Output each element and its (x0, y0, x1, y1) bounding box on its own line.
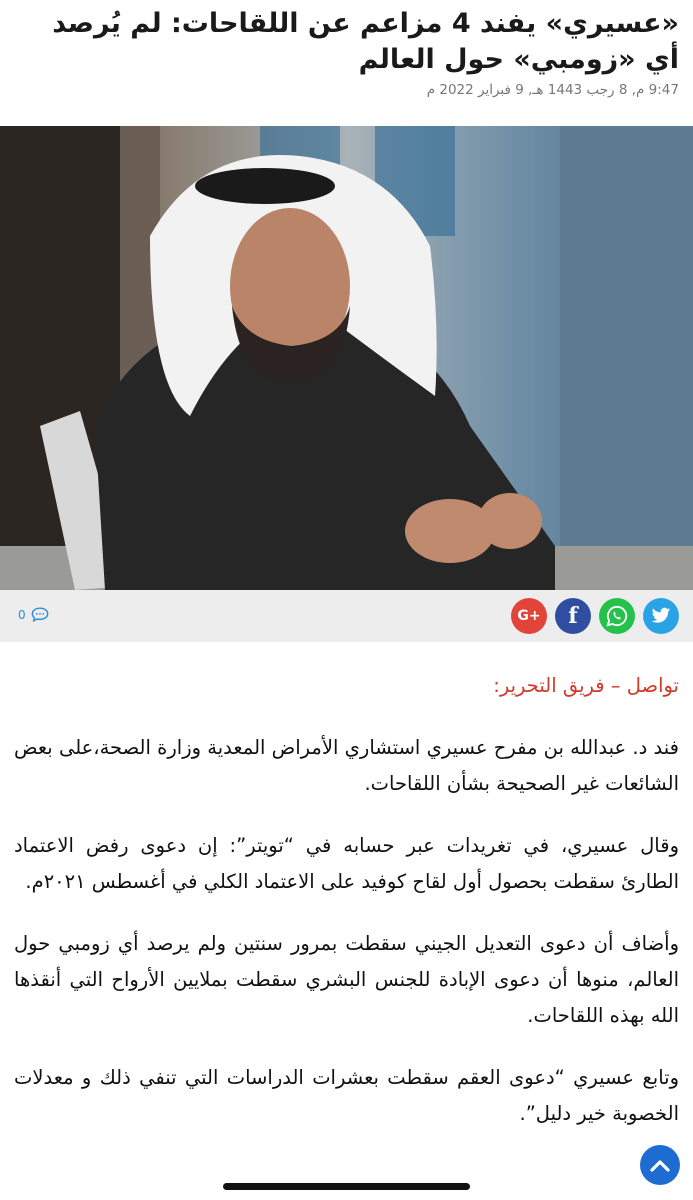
article-body: تواصل – فريق التحرير: فند د. عبدالله بن … (0, 672, 693, 1158)
comments-link[interactable]: 0 (18, 607, 49, 622)
article-photo (0, 126, 693, 590)
facebook-share-button[interactable]: f (555, 598, 591, 634)
twitter-icon (651, 607, 671, 623)
article-title: «عسيري» يفند 4 مزاعم عن اللقاحات: لم يُر… (52, 8, 679, 75)
article-paragraph: وقال عسيري، في تغريدات عبر حسابه في “توي… (14, 834, 679, 893)
comment-bubble-icon (31, 607, 49, 622)
home-indicator[interactable] (223, 1183, 470, 1190)
comment-count: 0 (18, 607, 26, 622)
google-plus-icon: G+ (517, 608, 541, 624)
twitter-share-button[interactable] (643, 598, 679, 634)
scroll-to-top-button[interactable] (640, 1145, 680, 1185)
article-header: «عسيري» يفند 4 مزاعم عن اللقاحات: لم يُر… (0, 0, 693, 122)
chevron-up-icon (650, 1160, 670, 1172)
article-date: 9:47 م, 8 رجب 1443 هـ, 9 فبراير 2022 م (426, 82, 679, 98)
share-bar: f G+ 0 (0, 590, 693, 642)
whatsapp-icon (606, 605, 628, 627)
article-paragraph: فند د. عبدالله بن مفرح عسيري استشاري الأ… (14, 736, 679, 795)
google-plus-share-button[interactable]: G+ (511, 598, 547, 634)
whatsapp-share-button[interactable] (599, 598, 635, 634)
article-paragraph: وأضاف أن دعوى التعديل الجيني سقطت بمرور … (14, 932, 679, 1027)
article-photo-illustration (0, 126, 693, 590)
facebook-icon: f (568, 603, 578, 629)
article-paragraph: وتابع عسيري “دعوى العقم سقطت بعشرات الدر… (14, 1066, 679, 1125)
article-byline: تواصل – فريق التحرير: (493, 674, 679, 697)
